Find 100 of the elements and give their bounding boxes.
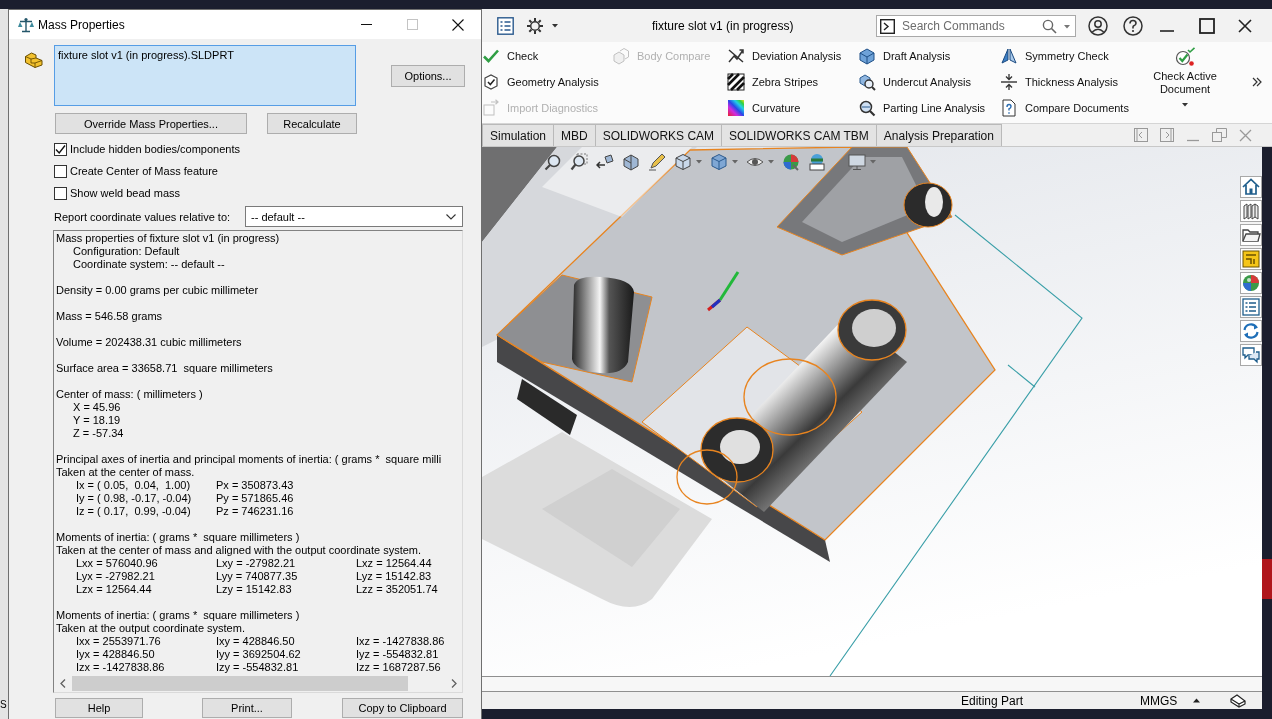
result-value: Pz = 746231.16	[216, 505, 294, 518]
result-value: Lzz = 352051.74	[356, 583, 438, 596]
units-selector[interactable]: MMGS	[1140, 693, 1178, 708]
user-icon[interactable]	[1088, 15, 1108, 36]
result-line: Mass = 546.58 grams	[56, 310, 163, 323]
ribbon-tab[interactable]: MBD	[553, 124, 596, 146]
caret-down-icon[interactable]	[1182, 103, 1188, 107]
ball-card-icon[interactable]	[808, 153, 826, 171]
color-ball-icon[interactable]	[782, 153, 800, 171]
chevron-left-icon[interactable]	[60, 679, 66, 688]
result-line: Moments of inertia: ( grams * square millimeters )	[56, 531, 300, 544]
result-value: Px = 350873.43	[216, 479, 294, 492]
ribbon-command[interactable]: Deviation Analysis	[727, 43, 842, 69]
section-cube-icon[interactable]	[622, 153, 640, 171]
search-icon[interactable]	[1042, 18, 1057, 34]
ribbon-tab[interactable]: Simulation	[482, 124, 555, 146]
checkbox[interactable]	[54, 142, 67, 156]
recalculate-button[interactable]: Recalculate	[267, 113, 357, 134]
ribbon-command[interactable]: Compare Documents	[1000, 95, 1129, 121]
pencil-icon[interactable]	[648, 153, 666, 171]
ribbon-command[interactable]: Symmetry Check	[1000, 43, 1109, 69]
ribbon-command[interactable]: Undercut Analysis	[858, 69, 972, 95]
ribbon-command[interactable]: Parting Line Analysis	[858, 95, 986, 121]
refresh-icon[interactable]	[1240, 320, 1262, 342]
ribbon-tab[interactable]: Analysis Preparation	[875, 124, 1002, 146]
window-text: S	[0, 699, 7, 711]
ribbon-command[interactable]: Thickness Analysis	[1000, 69, 1118, 95]
result-value: Lzy = 15142.83	[216, 583, 292, 596]
settings-icon[interactable]	[526, 16, 544, 35]
magnifier-icon	[858, 99, 876, 117]
home-icon[interactable]	[1240, 176, 1262, 198]
checkbox[interactable]	[54, 186, 67, 200]
result-line: Configuration: Default	[73, 245, 180, 258]
dialog-button[interactable]: Help	[55, 698, 143, 718]
document-question-icon	[1000, 99, 1018, 117]
result-line: Volume = 202438.31 cubic millimeters	[56, 336, 242, 349]
result-value: Izz = 1687287.56	[356, 661, 441, 674]
result-value: Iy = ( 0.98, -0.17, -0.04)	[76, 492, 192, 505]
close-icon[interactable]	[1238, 18, 1252, 33]
result-value: Lxz = 12564.44	[356, 557, 432, 570]
tile-icon[interactable]	[1240, 248, 1262, 270]
dialog-button[interactable]: Copy to Clipboard	[342, 698, 463, 718]
thickness-arrows-icon	[1000, 73, 1018, 91]
books-icon[interactable]	[1240, 200, 1262, 222]
selection-list[interactable]: fixture slot v1 (in progress).SLDPRT	[54, 45, 356, 106]
result-value: Iyz = -554832.81	[356, 648, 439, 661]
maximize-icon[interactable]	[1199, 17, 1215, 34]
result-line: Z = -57.34	[73, 427, 124, 440]
result-value: Lxx = 576040.96	[76, 557, 158, 570]
checkbox-label[interactable]: Create Center of Mass feature	[70, 165, 218, 177]
search-field[interactable]: Search Commands	[876, 14, 1076, 37]
result-value: Lyx = -27982.21	[76, 570, 155, 583]
box-arrow-icon	[482, 99, 500, 117]
mirror-shapes-icon	[1000, 47, 1018, 65]
coordinate-dropdown[interactable]: -- default --	[245, 206, 463, 227]
checkbox-label[interactable]: Show weld bead mass	[70, 187, 181, 199]
help-icon[interactable]	[1123, 15, 1143, 36]
list-icon[interactable]	[1240, 296, 1262, 318]
color-ball-icon[interactable]	[1240, 272, 1262, 294]
magnifier-icon[interactable]	[544, 153, 562, 171]
chevron-right-icon[interactable]	[451, 679, 457, 688]
cube-icon[interactable]	[710, 153, 728, 171]
check-badge-icon	[1174, 47, 1196, 67]
ribbon-command[interactable]: Check Active Document	[1147, 43, 1223, 123]
folder-icon[interactable]	[1240, 224, 1262, 246]
result-value: Lxy = -27982.21	[216, 557, 296, 570]
result-value: Iyx = 428846.50	[76, 648, 155, 661]
result-line: Moments of inertia: ( grams * square millimeters )	[56, 609, 300, 622]
result-line: Density = 0.00 grams per cubic millimeter	[56, 284, 259, 297]
dialog-button[interactable]: Print...	[202, 698, 292, 718]
checkbox-label[interactable]: Include hidden bodies/components	[70, 143, 240, 155]
ribbon-tab[interactable]: SOLIDWORKS CAM TBM	[721, 124, 877, 146]
ribbon-command[interactable]: Draft Analysis	[858, 43, 951, 69]
close-icon[interactable]	[452, 18, 464, 31]
result-line: Principal axes of inertia and principal moments of inertia: ( grams * square milli	[56, 453, 442, 466]
ribbon-command[interactable]: Geometry Analysis	[482, 69, 599, 95]
magnifier-box-icon[interactable]	[570, 153, 588, 171]
tilted-box-icon[interactable]	[1230, 693, 1247, 708]
part-block-icon	[24, 50, 44, 68]
result-value: Ixz = -1427838.86	[356, 635, 445, 648]
caret-up-icon[interactable]	[1193, 698, 1201, 703]
list-item[interactable]: fixture slot v1 (in progress).SLDPRT	[58, 49, 234, 62]
chat-icon[interactable]	[1240, 344, 1262, 366]
result-value: Lyy = 740877.35	[216, 570, 298, 583]
ribbon-command[interactable]: Check	[482, 43, 539, 69]
override-button[interactable]: Override Mass Properties...	[55, 113, 247, 134]
ribbon-command[interactable]: Curvature	[727, 95, 801, 121]
options-button[interactable]: Options...	[391, 65, 465, 87]
arrow-box-icon[interactable]	[596, 153, 614, 171]
caret-down-icon[interactable]	[552, 23, 558, 28]
list-icon[interactable]	[497, 16, 514, 35]
cube-icon[interactable]	[674, 153, 692, 171]
monitor-icon[interactable]	[848, 153, 866, 171]
result-line: Taken at the output coordinate system.	[56, 622, 245, 635]
ribbon-tab[interactable]: SOLIDWORKS CAM	[594, 124, 723, 146]
double-chevron-icon[interactable]	[1252, 77, 1262, 87]
box-icon	[858, 47, 876, 65]
scrollbar-thumb[interactable]	[72, 676, 408, 691]
ribbon-command[interactable]: Zebra Stripes	[727, 69, 819, 95]
checkbox[interactable]	[54, 164, 67, 178]
